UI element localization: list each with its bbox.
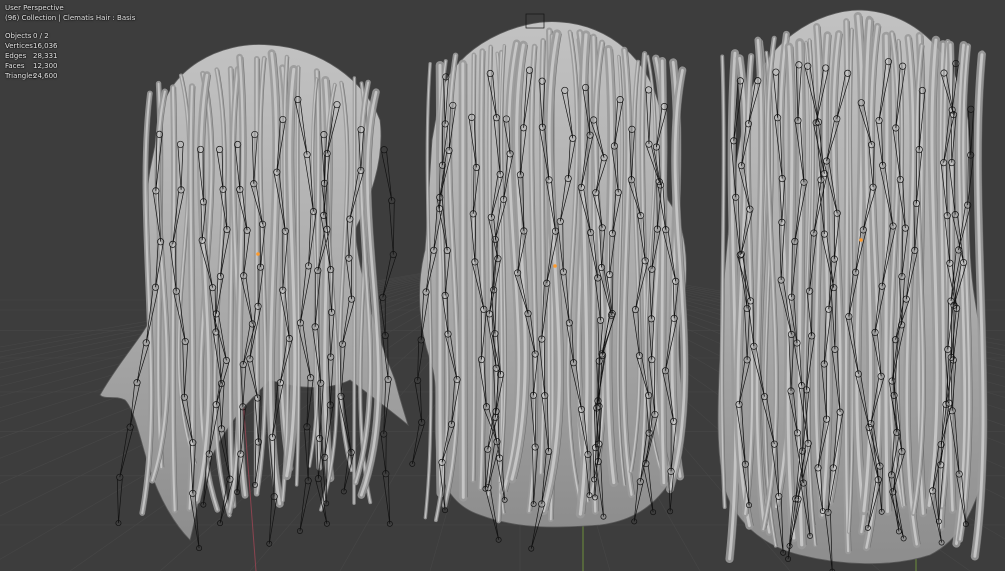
viewport-scene[interactable] bbox=[0, 0, 1005, 571]
object-origin bbox=[859, 238, 863, 242]
object-origin bbox=[553, 264, 557, 268]
hair-model-back-three-quarter-view[interactable] bbox=[409, 13, 689, 552]
hair-model-side-view[interactable] bbox=[99, 44, 409, 552]
hair-model-back-view[interactable] bbox=[717, 9, 988, 571]
3d-viewport[interactable]: User Perspective (96) Collection | Clema… bbox=[0, 0, 1005, 571]
object-origin bbox=[256, 252, 260, 256]
